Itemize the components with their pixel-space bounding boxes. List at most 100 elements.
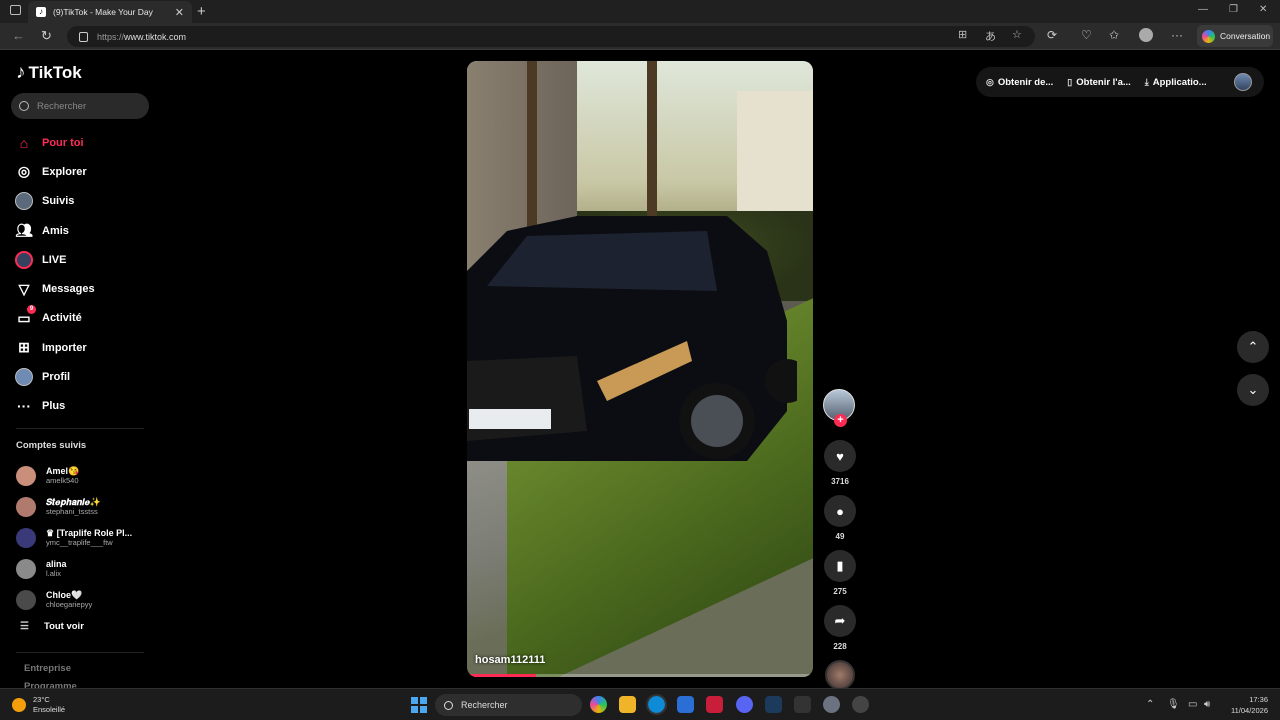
- list-item[interactable]: Chloe🤍 chloegariepyy: [16, 584, 132, 615]
- follow-plus-icon[interactable]: +: [834, 414, 847, 427]
- sidebar-item-label: Amis: [42, 224, 69, 237]
- close-window-icon[interactable]: ✕: [1259, 4, 1267, 15]
- new-tab-button[interactable]: +: [197, 3, 206, 20]
- clock-date: 11/04/2026: [1231, 706, 1268, 715]
- affinity-app-icon[interactable]: [706, 696, 723, 713]
- sidebar-item-suivis[interactable]: Suivis: [14, 187, 95, 216]
- list-item[interactable]: Amel😘 amelk540: [16, 460, 132, 491]
- browser-tab[interactable]: ♪ (9)TikTok - Make Your Day ✕: [28, 1, 192, 23]
- close-tab-icon[interactable]: ✕: [175, 6, 184, 19]
- list-item[interactable]: 𝑺𝒕𝒆𝒑𝒉𝒂𝒏𝒊𝒆✨ stephani_tsstss: [16, 491, 132, 522]
- previous-video-button[interactable]: ⌃: [1237, 331, 1269, 363]
- taskbar-search[interactable]: Rechercher: [435, 694, 582, 716]
- upload-plus-icon: ⊞: [18, 339, 30, 356]
- creator-avatar[interactable]: +: [823, 389, 855, 427]
- like-count: 3716: [831, 477, 849, 486]
- favorites-icon[interactable]: ✩: [1109, 28, 1119, 42]
- profile-avatar-icon[interactable]: [1139, 28, 1153, 42]
- network-icon[interactable]: ▭: [1188, 699, 1197, 710]
- taskbar-search-label: Rechercher: [461, 700, 508, 710]
- footer-link-programme[interactable]: Programme: [24, 681, 77, 688]
- followed-accounts-title: Comptes suivis: [16, 440, 87, 451]
- get-coins-button[interactable]: ◎ Obtenir de...: [986, 77, 1053, 88]
- followed-accounts-list: Amel😘 amelk540 𝑺𝒕𝒆𝒑𝒉𝒂𝒏𝒊𝒆✨ stephani_tsstss …: [16, 460, 132, 615]
- volume-icon[interactable]: 🔊︎: [1204, 699, 1210, 710]
- tiktok-favicon-icon: ♪: [36, 7, 46, 17]
- tray-chevron-up-icon[interactable]: ⌃: [1146, 699, 1154, 710]
- copilot-icon: [1202, 29, 1215, 43]
- video-author[interactable]: hosam112111: [475, 654, 545, 666]
- footer-link-entreprise[interactable]: Entreprise: [24, 663, 71, 674]
- file-explorer-icon[interactable]: [619, 696, 636, 713]
- avatar: [16, 558, 36, 579]
- sidebar-item-pour-toi[interactable]: ⌂ Pour toi: [14, 128, 95, 157]
- app-icon[interactable]: [852, 696, 869, 713]
- avatar: [16, 527, 36, 548]
- browser-essentials-icon[interactable]: ♡: [1081, 28, 1092, 42]
- sun-icon: [12, 698, 26, 712]
- read-aloud-icon[interactable]: あ: [985, 28, 996, 44]
- window-menu-icon[interactable]: [10, 5, 21, 15]
- next-video-button[interactable]: ⌄: [1237, 374, 1269, 406]
- system-clock[interactable]: 17:36 11/04/2026: [1226, 694, 1268, 716]
- address-bar[interactable]: https://www.tiktok.com: [67, 26, 1035, 47]
- account-handle: l.alix: [46, 569, 62, 578]
- video-player[interactable]: hosam112111: [467, 61, 813, 677]
- more-menu-icon[interactable]: ···: [1171, 28, 1183, 42]
- store-icon[interactable]: [677, 696, 694, 713]
- like-button[interactable]: ♥ 3716: [823, 440, 857, 487]
- restore-icon[interactable]: ❐: [1229, 4, 1238, 15]
- sidebar-item-explorer[interactable]: ◎ Explorer: [14, 157, 95, 186]
- save-button[interactable]: ▮ 275: [823, 550, 857, 597]
- edge-browser-icon[interactable]: [646, 694, 667, 715]
- video-progress-bar[interactable]: [467, 674, 813, 677]
- application-button[interactable]: ⤓ Applicatio...: [1145, 77, 1207, 88]
- tab-title: (9)TikTok - Make Your Day: [53, 7, 153, 17]
- share-button[interactable]: ➦ 228: [823, 605, 857, 652]
- avatar: [16, 589, 36, 610]
- microphone-icon[interactable]: 🎙︎: [1167, 699, 1180, 710]
- apps-icon[interactable]: ⊞: [958, 28, 967, 41]
- list-item[interactable]: ♛ [Traplife Role Pl... ymc__traplife___ft…: [16, 522, 132, 553]
- copilot-app-icon[interactable]: [590, 696, 607, 713]
- notification-badge: 9: [27, 305, 36, 315]
- activity-icon: ▭ 9: [14, 305, 36, 328]
- list-item[interactable]: alina l.alix: [16, 553, 132, 584]
- back-arrow-icon[interactable]: ←: [12, 28, 25, 43]
- minimize-icon[interactable]: —: [1198, 4, 1208, 15]
- conversation-button[interactable]: Conversation: [1197, 25, 1273, 47]
- avatar: [16, 496, 36, 517]
- get-app-button[interactable]: ▯ Obtenir l'a...: [1067, 77, 1130, 88]
- app-icon[interactable]: [794, 696, 811, 713]
- see-all-button[interactable]: ☰ Tout voir: [20, 621, 84, 632]
- user-avatar[interactable]: [1234, 73, 1252, 91]
- settings-gear-icon[interactable]: [823, 696, 840, 713]
- tiktok-logo[interactable]: ♪ TikTok: [16, 62, 82, 84]
- sidebar-item-live[interactable]: LIVE: [14, 245, 95, 274]
- start-button[interactable]: [411, 697, 427, 713]
- favorite-star-icon[interactable]: ☆: [1012, 28, 1022, 41]
- sidebar-item-amis[interactable]: 👥︎ Amis: [14, 216, 95, 245]
- application-label: Applicatio...: [1152, 76, 1207, 88]
- sidebar-item-importer[interactable]: ⊞ Importer: [14, 333, 95, 362]
- music-disc[interactable]: [825, 660, 855, 690]
- friends-icon: 👥︎: [15, 222, 33, 239]
- comment-button[interactable]: ● 49: [823, 495, 857, 542]
- sidebar-item-activite[interactable]: ▭ 9 Activité: [14, 304, 95, 333]
- coin-icon: ◎: [986, 76, 994, 87]
- conversation-label: Conversation: [1220, 31, 1271, 41]
- account-name: Amel😘: [46, 466, 80, 476]
- discord-icon[interactable]: [736, 696, 753, 713]
- refresh-icon[interactable]: ↻: [41, 28, 52, 44]
- sidebar-item-profil[interactable]: Profil: [14, 362, 95, 391]
- lock-icon: [79, 31, 88, 42]
- search-icon: [19, 101, 29, 111]
- sidebar-item-messages[interactable]: ▽ Messages: [14, 274, 95, 303]
- extensions-icon[interactable]: ⟳: [1047, 28, 1057, 42]
- comment-count: 49: [835, 532, 845, 541]
- browser-toolbar: ← ↻ https://www.tiktok.com ⊞ あ ☆ ⟳ ♡ ✩ ·…: [0, 23, 1280, 50]
- weather-widget[interactable]: 23°C Ensoleillé: [12, 695, 65, 715]
- steam-icon[interactable]: [765, 696, 782, 713]
- search-input[interactable]: Rechercher: [11, 93, 149, 119]
- sidebar-item-plus[interactable]: ··· Plus: [14, 392, 95, 421]
